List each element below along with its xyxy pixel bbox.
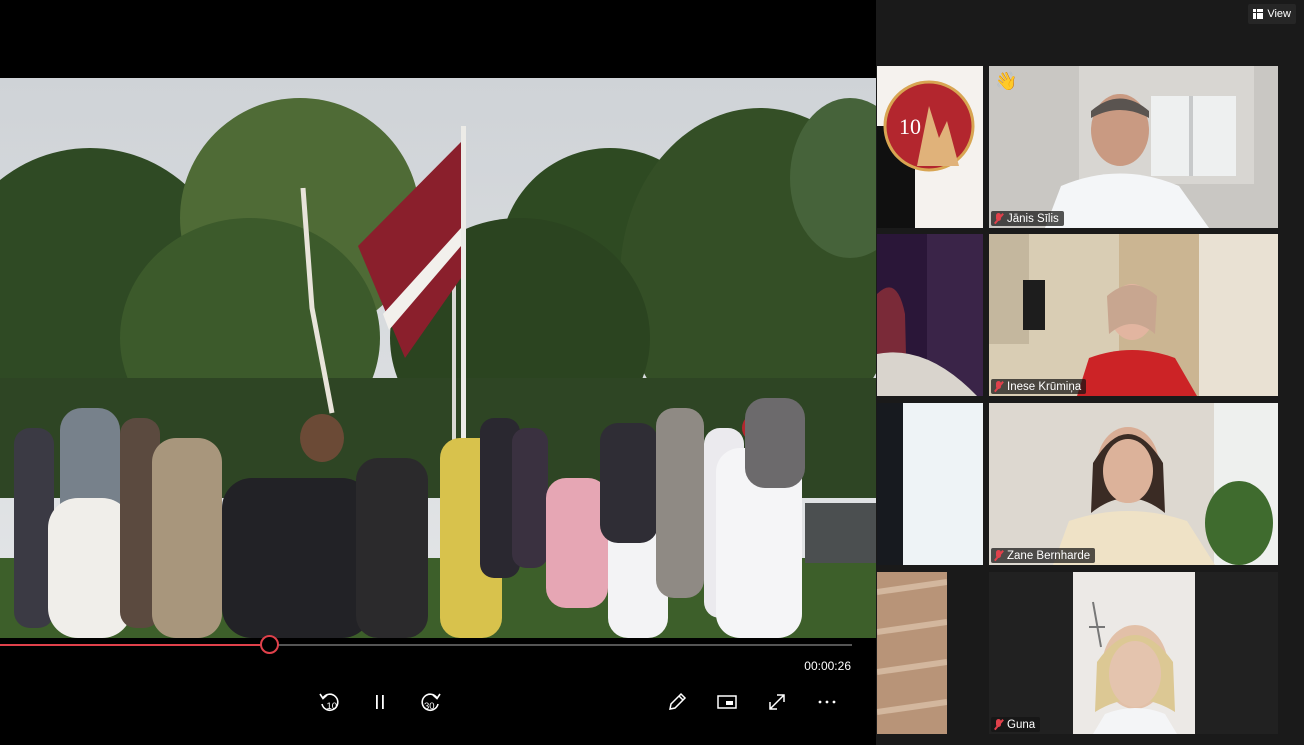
expand-icon xyxy=(769,694,785,710)
participant-video xyxy=(989,66,1278,228)
anniversary-logo: 10 xyxy=(877,66,983,228)
participant-video xyxy=(989,234,1278,396)
mic-muted-icon xyxy=(994,381,1003,392)
participant-name-tag: Zane Bernharde xyxy=(991,548,1096,563)
participant-video xyxy=(877,572,947,734)
more-icon xyxy=(818,700,836,704)
video-frame[interactable] xyxy=(0,78,876,638)
forward-30-button[interactable]: 30 xyxy=(416,688,444,716)
mic-muted-icon xyxy=(994,550,1003,561)
participant-tile-cropped-2[interactable] xyxy=(877,403,983,565)
participant-name: Zane Bernharde xyxy=(1007,549,1091,562)
wave-reaction-icon: 👋 xyxy=(995,71,1018,91)
participant-name-tag: Inese Krūmiņa xyxy=(991,379,1087,394)
fullscreen-button[interactable] xyxy=(763,688,791,716)
progress-fill xyxy=(0,644,270,646)
participants-panel: View 10 👋 Jānis Sīlis Inese Krūmiņa Zane… xyxy=(876,0,1304,745)
participant-tile-cropped-3[interactable] xyxy=(877,572,947,734)
forward-30-label: 30 xyxy=(424,701,435,712)
participant-video xyxy=(877,403,983,565)
participant-name: Inese Krūmiņa xyxy=(1007,380,1082,393)
participant-tile-zane-bernharde[interactable]: Zane Bernharde xyxy=(989,403,1278,565)
logo-number: 10 xyxy=(899,114,921,139)
grid-icon xyxy=(1253,9,1264,19)
pencil-icon xyxy=(669,692,687,710)
participant-name: Guna xyxy=(1007,718,1036,731)
participant-tile-logo[interactable]: 10 xyxy=(877,66,983,228)
mini-view-button[interactable] xyxy=(713,688,741,716)
elapsed-time: 00:00:26 xyxy=(804,659,851,673)
view-button[interactable]: View xyxy=(1248,4,1296,24)
video-player: 00:00:26 10 30 xyxy=(0,0,876,745)
view-label: View xyxy=(1267,8,1291,20)
participant-name-tag: Jānis Sīlis xyxy=(991,211,1064,226)
participant-video xyxy=(877,234,983,396)
participant-tile-janis-silis[interactable]: 👋 Jānis Sīlis xyxy=(989,66,1278,228)
participant-video xyxy=(989,403,1278,565)
participant-video xyxy=(989,572,1278,734)
participant-name-tag: Guna xyxy=(991,717,1041,732)
participant-name: Jānis Sīlis xyxy=(1007,212,1059,225)
progress-bar[interactable] xyxy=(0,635,852,654)
mini-view-icon xyxy=(717,695,737,709)
draw-button[interactable] xyxy=(663,688,691,716)
participant-tile-inese-krumina[interactable]: Inese Krūmiņa xyxy=(989,234,1278,396)
more-button[interactable] xyxy=(813,688,841,716)
pause-icon xyxy=(376,695,384,709)
rewind-10-icon: 10 xyxy=(319,693,339,712)
rewind-10-label: 10 xyxy=(327,701,338,712)
pause-button[interactable] xyxy=(366,688,394,716)
progress-thumb[interactable] xyxy=(260,635,280,654)
rewind-10-button[interactable]: 10 xyxy=(316,688,344,716)
mic-muted-icon xyxy=(994,719,1003,730)
forward-30-icon: 30 xyxy=(421,693,441,712)
mic-muted-icon xyxy=(994,213,1003,224)
participant-tile-cropped[interactable] xyxy=(877,234,983,396)
meeting-window: 00:00:26 10 30 View 10 👋 Jānis Sīlis Ine… xyxy=(0,0,1304,745)
flag-raising-video-image xyxy=(0,78,876,638)
participant-tile-guna[interactable]: Guna xyxy=(989,572,1278,734)
